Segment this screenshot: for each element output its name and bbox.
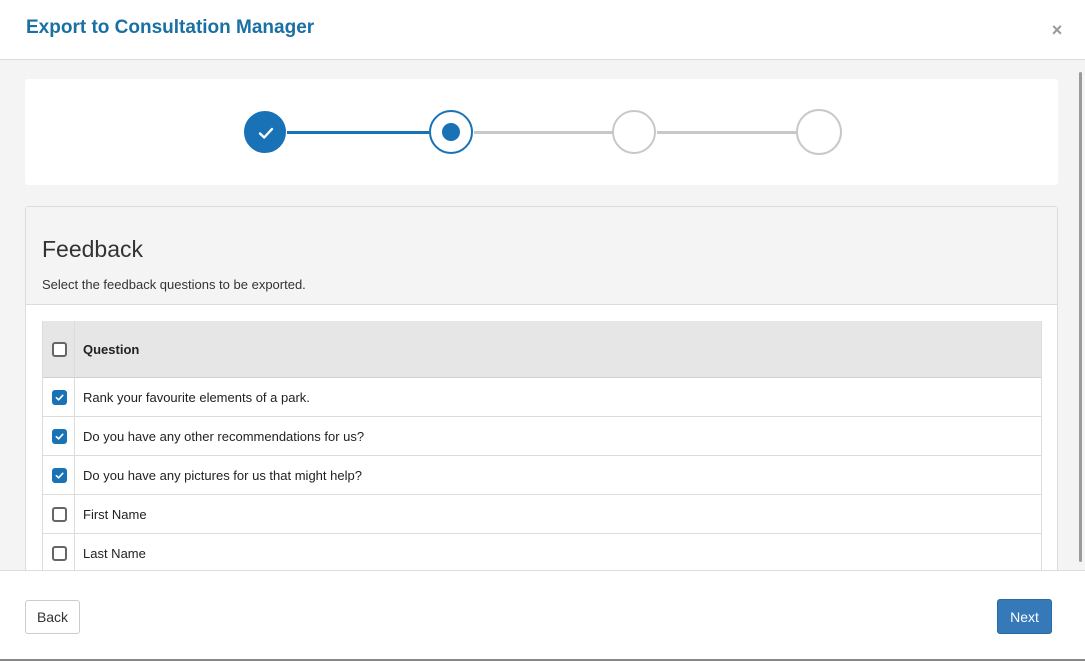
- question-label: Do you have any other recommendations fo…: [83, 428, 365, 444]
- stepper-connector-2: [474, 131, 615, 134]
- select-all-checkbox[interactable]: [52, 342, 67, 357]
- questions-table: Question Rank your favourite elements of…: [42, 321, 1042, 570]
- table-row[interactable]: Do you have any pictures for us that mig…: [43, 456, 1041, 495]
- question-checkbox[interactable]: [52, 390, 67, 405]
- question-checkbox[interactable]: [52, 429, 67, 444]
- column-header-question: Question: [83, 341, 140, 357]
- step-4-upcoming: [796, 109, 842, 155]
- modal-body: Feedback Select the feedback questions t…: [0, 60, 1085, 570]
- section-subtitle: Select the feedback questions to be expo…: [42, 277, 306, 292]
- checkmark-icon: [55, 472, 64, 479]
- modal-footer: Back Next: [0, 570, 1085, 661]
- question-checkbox[interactable]: [52, 468, 67, 483]
- question-label: Do you have any pictures for us that mig…: [83, 467, 362, 483]
- table-row[interactable]: Do you have any other recommendations fo…: [43, 417, 1041, 456]
- next-button[interactable]: Next: [997, 599, 1052, 634]
- feedback-card-header: Feedback Select the feedback questions t…: [26, 207, 1057, 305]
- question-checkbox[interactable]: [52, 507, 67, 522]
- step-3-upcoming: [612, 110, 656, 154]
- table-row[interactable]: First Name: [43, 495, 1041, 534]
- question-checkbox[interactable]: [52, 546, 67, 561]
- modal-header: Export to Consultation Manager ×: [0, 0, 1085, 60]
- feedback-card: Feedback Select the feedback questions t…: [25, 206, 1058, 570]
- back-button[interactable]: Back: [25, 600, 80, 634]
- section-title: Feedback: [42, 236, 144, 262]
- table-header-row: Question: [43, 321, 1041, 378]
- checkmark-icon: [55, 394, 64, 401]
- progress-stepper: [25, 79, 1058, 185]
- modal-title: Export to Consultation Manager: [26, 17, 315, 38]
- table-row[interactable]: Rank your favourite elements of a park.: [43, 378, 1041, 417]
- question-label: Last Name: [83, 545, 146, 561]
- checkmark-icon: [55, 433, 64, 440]
- close-icon[interactable]: ×: [1049, 20, 1065, 40]
- export-modal: Export to Consultation Manager × Feedbac…: [0, 0, 1085, 661]
- current-step-dot: [442, 123, 460, 141]
- question-label: First Name: [83, 506, 147, 522]
- table-row[interactable]: Last Name: [43, 534, 1041, 570]
- question-label: Rank your favourite elements of a park.: [83, 389, 310, 405]
- stepper-connector-3: [657, 131, 798, 134]
- checkmark-icon: [258, 127, 274, 139]
- stepper-connector-1: [287, 131, 433, 134]
- vertical-scrollbar[interactable]: [1079, 72, 1082, 562]
- step-2-current: [429, 110, 473, 154]
- step-1-completed: [244, 111, 286, 153]
